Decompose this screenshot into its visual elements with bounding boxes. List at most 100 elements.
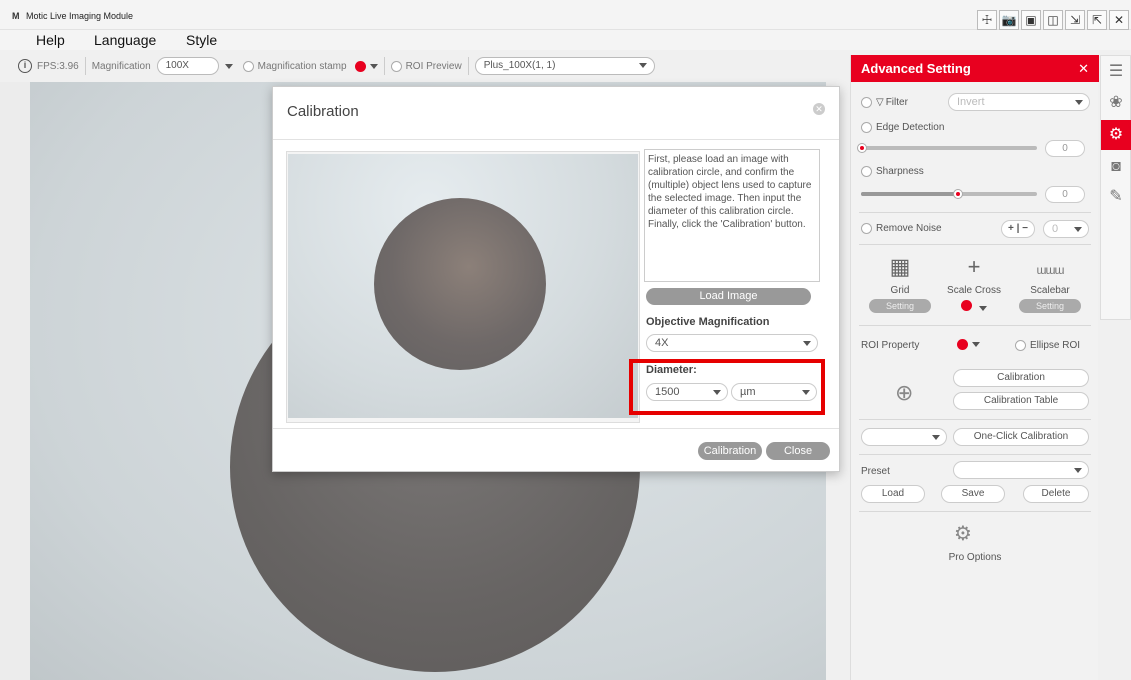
app-logo: M xyxy=(12,11,19,21)
close-icon[interactable]: ✕ xyxy=(1078,55,1089,82)
preset-label: Preset xyxy=(861,466,890,477)
info-icon[interactable]: i xyxy=(18,59,32,73)
calibration-table-button[interactable]: Calibration Table xyxy=(953,392,1089,410)
menu-bar: Help Language Style xyxy=(0,30,1131,50)
remove-noise-radio[interactable] xyxy=(861,223,872,234)
cross-color-icon[interactable] xyxy=(961,300,973,311)
preset-save-button[interactable]: Save xyxy=(941,485,1005,503)
roi-property-label: ROI Property xyxy=(861,340,920,351)
chevron-down-icon xyxy=(803,341,811,346)
calibration-preset-select[interactable] xyxy=(861,428,947,446)
roi-preview-radio[interactable] xyxy=(390,60,402,72)
objective-magnification-label: Objective Magnification xyxy=(646,316,770,328)
calibration-image-preview xyxy=(286,151,640,423)
remove-noise-label: Remove Noise xyxy=(876,223,942,234)
sharpness-radio[interactable] xyxy=(861,166,872,177)
filter-select[interactable]: Invert xyxy=(948,93,1090,111)
scalebar-label: Scalebar xyxy=(1030,285,1070,296)
advanced-setting-panel: Advanced Setting ✕ ▽ Filter Invert Edge … xyxy=(850,55,1099,680)
noise-stepper[interactable]: + | − xyxy=(1001,220,1035,238)
minimize-icon[interactable]: ▣ xyxy=(1021,10,1041,30)
sharpness-slider[interactable] xyxy=(861,189,1037,199)
grid-label: Grid xyxy=(890,285,910,296)
roi-preview-label: ROI Preview xyxy=(405,60,462,72)
slider-knob[interactable] xyxy=(952,189,963,199)
close-button[interactable]: Close xyxy=(766,442,830,460)
grid-setting-button[interactable]: Setting xyxy=(869,299,931,313)
gears-icon[interactable]: ⚙ xyxy=(1105,124,1127,146)
magnification-label: Magnification xyxy=(91,60,151,72)
title-bar: M Motic Live Imaging Module ☩ 📷 ▣ ◫ ⇲ ⇱ … xyxy=(0,0,1131,30)
sharpness-value[interactable]: 0 xyxy=(1045,186,1085,203)
panel-title: Advanced Setting xyxy=(861,61,971,76)
preset-delete-button[interactable]: Delete xyxy=(1023,485,1089,503)
left-margin xyxy=(0,82,30,680)
scalebar-icon[interactable]: ɯɯɯ xyxy=(1015,255,1085,279)
panel-header: Advanced Setting ✕ xyxy=(851,55,1099,82)
chevron-down-icon[interactable] xyxy=(972,342,980,347)
chevron-down-icon[interactable] xyxy=(638,63,647,68)
calibration-button[interactable]: Calibration xyxy=(698,442,762,460)
diameter-highlight-box xyxy=(629,359,825,415)
preset-select[interactable] xyxy=(953,461,1089,479)
objective-select[interactable]: Plus_100X(1, 1) xyxy=(474,57,655,75)
magnification-stamp-label: Magnification stamp xyxy=(257,60,347,72)
dialog-title: Calibration xyxy=(287,103,359,120)
chevron-down-icon xyxy=(1074,468,1082,473)
noise-select[interactable]: 0 xyxy=(1043,220,1089,238)
pro-options-label[interactable]: Pro Options xyxy=(851,552,1099,563)
preview-circle xyxy=(374,198,546,370)
objective-magnification-select[interactable]: 4X xyxy=(646,334,818,352)
shrink-icon[interactable]: ⇲ xyxy=(1065,10,1085,30)
filter-icon: ▽ xyxy=(876,97,884,108)
pointer-icon[interactable]: ☩ xyxy=(977,10,997,30)
menu-language[interactable]: Language xyxy=(94,32,156,48)
toolbar: i FPS:3.96 Magnification 100X Magnificat… xyxy=(18,54,844,78)
chevron-down-icon xyxy=(1074,227,1082,232)
target-icon[interactable]: ⊕ xyxy=(895,380,913,406)
preset-load-button[interactable]: Load xyxy=(861,485,925,503)
chevron-down-icon xyxy=(932,435,940,440)
edge-slider[interactable] xyxy=(857,143,1037,153)
sharpness-label: Sharpness xyxy=(876,166,924,177)
color-circles-icon[interactable]: ❀ xyxy=(1105,92,1127,114)
calibration-dialog: Calibration ✕ First, please load an imag… xyxy=(272,86,840,472)
calibration-panel-button[interactable]: Calibration xyxy=(953,369,1089,387)
menu-help[interactable]: Help xyxy=(36,32,65,48)
scale-cross-label: Scale Cross xyxy=(947,285,1001,296)
scalebar-setting-button[interactable]: Setting xyxy=(1019,299,1081,313)
gear-icon[interactable]: ⚙ xyxy=(954,521,972,546)
stamp-color-icon[interactable] xyxy=(354,60,366,72)
camera-icon[interactable]: 📷 xyxy=(999,10,1019,30)
ellipse-roi-radio[interactable] xyxy=(1015,340,1026,351)
instructions-text: First, please load an image with calibra… xyxy=(644,149,820,282)
close-icon[interactable]: ✕ xyxy=(813,103,825,115)
ellipse-roi-label: Ellipse ROI xyxy=(1030,340,1081,351)
window-controls: ☩ 📷 ▣ ◫ ⇲ ⇱ ✕ xyxy=(977,10,1129,30)
ruler-icon[interactable]: ✎ xyxy=(1105,186,1127,208)
fps-readout: FPS:3.96 xyxy=(37,60,79,72)
load-image-button[interactable]: Load Image xyxy=(646,288,811,305)
magnification-stamp-radio[interactable] xyxy=(242,60,254,72)
magnification-select[interactable]: 100X xyxy=(156,57,219,75)
restore-icon[interactable]: ◫ xyxy=(1043,10,1063,30)
crosshair-icon[interactable]: + xyxy=(939,255,1009,279)
menu-style[interactable]: Style xyxy=(186,32,217,48)
sliders-icon[interactable]: ☰ xyxy=(1105,61,1127,83)
close-window-icon[interactable]: ✕ xyxy=(1109,10,1129,30)
edge-detection-radio[interactable] xyxy=(861,122,872,133)
one-click-calibration-button[interactable]: One-Click Calibration xyxy=(953,428,1089,446)
chevron-down-icon xyxy=(1075,100,1083,105)
filter-radio[interactable] xyxy=(861,97,872,108)
filter-label: Filter xyxy=(885,97,908,108)
camera-icon[interactable]: ◙ xyxy=(1105,156,1127,178)
edge-detection-label: Edge Detection xyxy=(876,122,945,133)
chevron-down-icon[interactable] xyxy=(369,63,378,69)
expand-icon[interactable]: ⇱ xyxy=(1087,10,1107,30)
slider-knob[interactable] xyxy=(857,143,867,153)
chevron-down-icon[interactable] xyxy=(224,63,233,69)
edge-value[interactable]: 0 xyxy=(1045,140,1085,157)
chevron-down-icon[interactable] xyxy=(978,306,987,311)
roi-color-icon[interactable] xyxy=(957,339,968,350)
grid-icon[interactable]: ▦ xyxy=(865,255,935,279)
